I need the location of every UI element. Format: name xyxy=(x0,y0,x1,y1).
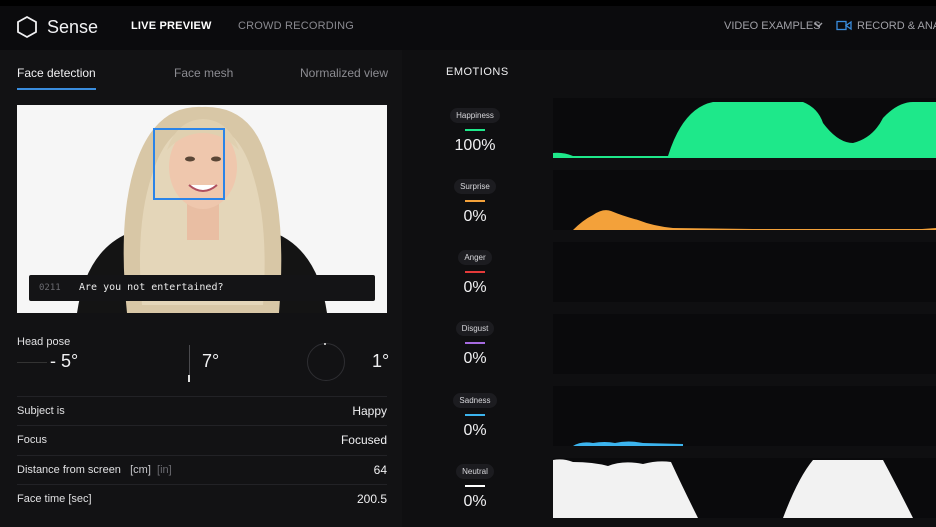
chevron-down-icon[interactable] xyxy=(814,22,823,28)
stat-value: Focused xyxy=(340,433,387,447)
emotion-label: Anger xyxy=(458,250,492,265)
top-bar: Sense LIVE PREVIEW CROWD RECORDING VIDEO… xyxy=(0,0,936,50)
emotion-sadness: Sadness 0% xyxy=(446,390,504,440)
tab-face-mesh[interactable]: Face mesh xyxy=(174,66,233,80)
stat-row-distance: Distance from screen [cm] [in] 64 xyxy=(17,455,387,485)
unit-cm-toggle[interactable]: [cm] xyxy=(130,464,151,476)
emotion-value: 100% xyxy=(454,137,496,154)
video-examples-dropdown[interactable]: VIDEO EXAMPLES xyxy=(724,20,821,32)
emotion-label: Neutral xyxy=(456,464,494,479)
unit-in-toggle[interactable]: [in] xyxy=(157,464,172,476)
head-pose-pitch: 7° xyxy=(202,351,220,371)
emotion-value: 0% xyxy=(463,493,487,510)
tab-normalized-view[interactable]: Normalized view xyxy=(300,66,388,80)
disgust-timeline xyxy=(553,314,936,374)
emotion-color-line xyxy=(465,200,485,202)
emotion-label: Disgust xyxy=(455,321,495,336)
head-pose-roll-marker xyxy=(324,343,326,345)
emotion-color-line xyxy=(465,485,485,487)
head-pose-roll-dial xyxy=(307,343,345,381)
stat-row-subject: Subject is Happy xyxy=(17,396,387,426)
emotion-disgust: Disgust 0% xyxy=(446,318,504,368)
emotion-label: Surprise xyxy=(454,179,496,194)
emotion-surprise: Surprise 0% xyxy=(446,176,504,226)
happiness-timeline xyxy=(553,98,936,158)
video-camera-icon[interactable] xyxy=(836,20,852,31)
stat-value: 200.5 xyxy=(356,492,387,506)
emotions-title: EMOTIONS xyxy=(446,66,509,78)
left-panel: Face detection Face mesh Normalized view xyxy=(0,50,402,527)
caption-number: 0211 xyxy=(39,283,61,293)
emotion-color-line xyxy=(465,271,485,273)
stat-label: Focus xyxy=(17,434,47,446)
emotion-label: Sadness xyxy=(453,393,497,408)
stat-value: Happy xyxy=(352,404,387,418)
head-pose-pitch-marker xyxy=(188,375,190,382)
brand-name[interactable]: Sense xyxy=(47,17,98,38)
emotion-neutral: Neutral 0% xyxy=(446,461,504,511)
stat-label: Face time [sec] xyxy=(17,493,92,505)
stat-label: Distance from screen [cm] [in] xyxy=(17,464,172,476)
emotion-value: 0% xyxy=(463,350,487,367)
emotion-value: 0% xyxy=(463,208,487,225)
emotion-value: 0% xyxy=(463,422,487,439)
stat-label-text: Distance from screen xyxy=(17,464,121,476)
emotion-value: 0% xyxy=(463,279,487,296)
head-pose-roll: 1° xyxy=(372,351,390,371)
caption-text: Are you not entertained? xyxy=(79,282,224,293)
surprise-timeline xyxy=(553,170,936,230)
emotion-anger: Anger 0% xyxy=(446,247,504,297)
stat-row-focus: Focus Focused xyxy=(17,425,387,455)
sadness-timeline xyxy=(553,386,936,446)
emotion-label: Happiness xyxy=(450,108,500,123)
emotion-happiness: Happiness 100% xyxy=(446,105,504,155)
neutral-timeline xyxy=(553,458,936,518)
stat-label: Subject is xyxy=(17,405,65,417)
head-pose-yaw-guide xyxy=(17,362,47,363)
record-and-analyze-button[interactable]: RECORD & ANAL xyxy=(857,20,936,32)
stat-row-face-time: Face time [sec] 200.5 xyxy=(17,484,387,514)
stat-value: 64 xyxy=(373,463,387,477)
anger-timeline xyxy=(553,242,936,302)
video-preview: 0211 Are you not entertained? xyxy=(17,105,387,313)
head-pose-yaw: - 5° xyxy=(50,351,79,371)
nav-crowd-recording[interactable]: CROWD RECORDING xyxy=(238,20,354,32)
nav-live-preview[interactable]: LIVE PREVIEW xyxy=(131,20,212,32)
emotion-color-line xyxy=(465,129,485,131)
caption-bar: 0211 Are you not entertained? xyxy=(29,275,375,301)
emotion-color-line xyxy=(465,414,485,416)
emotion-timelines xyxy=(553,98,936,527)
tab-face-detection[interactable]: Face detection xyxy=(17,66,96,80)
emotion-color-line xyxy=(465,342,485,344)
active-tab-indicator xyxy=(17,88,96,90)
head-pose-label: Head pose xyxy=(17,336,71,348)
hexagon-logo-icon[interactable] xyxy=(16,15,38,39)
